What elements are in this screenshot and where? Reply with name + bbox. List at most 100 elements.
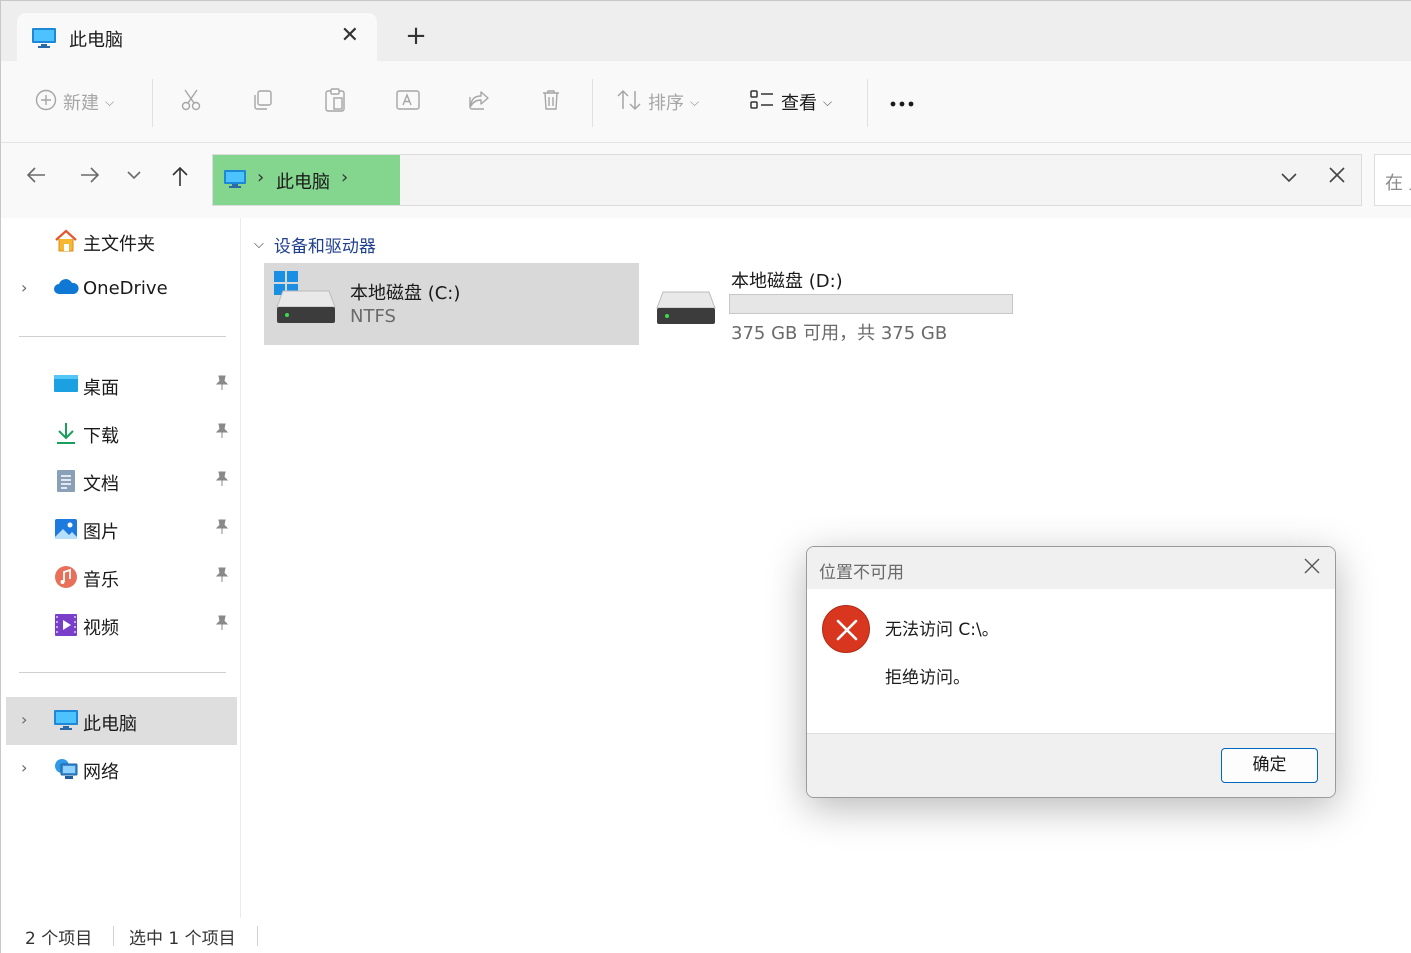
chevron-down-icon: ⌵ (823, 94, 833, 109)
sidebar-item-label: 网络 (83, 762, 119, 783)
sidebar-item-this-pc[interactable]: › 此电脑 (6, 697, 237, 745)
up-button[interactable] (165, 165, 195, 193)
paste-button[interactable] (323, 83, 347, 121)
navigation-bar: › 此电脑 › 在 此 (1, 143, 1411, 218)
sidebar-item-label: OneDrive (83, 278, 168, 299)
clipboard-icon (323, 87, 347, 118)
rename-button[interactable] (395, 83, 421, 121)
arrow-right-icon (81, 167, 100, 183)
chevron-down-icon[interactable]: ⌵ (254, 237, 264, 252)
breadcrumb-this-pc[interactable]: 此电脑 (276, 168, 330, 194)
tab-close-icon[interactable]: ✕ (341, 23, 359, 48)
sidebar-item-desktop[interactable]: 桌面 (1, 363, 237, 407)
item-count: 2 个项目 (25, 929, 93, 949)
recent-locations-button[interactable] (119, 165, 149, 191)
address-history-button[interactable] (1279, 167, 1299, 192)
selection-count: 选中 1 个项目 (129, 929, 236, 949)
sidebar-item-label: 此电脑 (83, 714, 137, 735)
sidebar-item-home[interactable]: 主文件夹 (1, 219, 237, 263)
error-dialog: 位置不可用 无法访问 C:\。 拒绝访问。 确定 (806, 546, 1336, 798)
drive-name: 本地磁盘 (C:) (350, 283, 461, 304)
pin-icon[interactable] (215, 375, 229, 395)
view-button[interactable]: 查看 ⌵ (749, 83, 832, 121)
breadcrumb-separator-icon[interactable]: › (341, 167, 348, 188)
sidebar-item-label: 视频 (83, 618, 119, 639)
sidebar-item-network[interactable]: › 网络 (1, 747, 237, 791)
drive-c[interactable]: 本地磁盘 (C:) NTFS (264, 263, 639, 345)
dialog-close-button[interactable] (1303, 553, 1321, 581)
more-options-button[interactable] (889, 85, 915, 115)
tab-this-pc[interactable]: 此电脑 ✕ (17, 13, 377, 63)
arrow-left-icon (26, 167, 45, 183)
drive-filesystem: NTFS (350, 306, 396, 327)
scissors-icon (179, 88, 203, 117)
clear-address-button[interactable] (1327, 163, 1347, 191)
new-tab-button[interactable]: + (401, 21, 431, 51)
drive-name: 本地磁盘 (D:) (731, 271, 843, 292)
sidebar-item-label: 音乐 (83, 570, 119, 591)
copy-icon (251, 88, 275, 117)
sidebar-item-label: 文档 (83, 474, 119, 495)
cut-button[interactable] (179, 83, 203, 121)
dialog-footer: 确定 (807, 733, 1335, 797)
ok-button[interactable]: 确定 (1221, 748, 1318, 783)
home-icon (53, 229, 79, 253)
sidebar-item-downloads[interactable]: 下载 (1, 411, 237, 455)
toolbar-divider (592, 79, 593, 127)
dialog-titlebar[interactable]: 位置不可用 (807, 547, 1335, 589)
hard-drive-icon (655, 290, 717, 331)
dialog-title: 位置不可用 (819, 563, 904, 583)
plus-circle-icon (35, 89, 57, 116)
chevron-down-icon: ⌵ (690, 94, 700, 109)
pictures-icon (53, 517, 79, 541)
view-list-icon (749, 89, 775, 116)
arrow-up-icon (172, 166, 188, 186)
drive-d[interactable]: 本地磁盘 (D:) 375 GB 可用，共 375 GB (651, 263, 1031, 345)
sidebar-item-label: 桌面 (83, 378, 119, 399)
sort-button-label: 排序 (648, 93, 684, 114)
monitor-icon (53, 709, 79, 733)
sidebar-item-pictures[interactable]: 图片 (1, 507, 237, 551)
desktop-icon (53, 373, 79, 397)
address-bar[interactable]: › 此电脑 › (212, 154, 1362, 206)
forward-button[interactable] (75, 165, 105, 191)
sidebar-divider (19, 672, 226, 673)
search-input[interactable]: 在 此 (1374, 154, 1411, 206)
pin-icon[interactable] (215, 519, 229, 539)
sidebar-divider (19, 336, 226, 337)
new-button[interactable]: 新建 ⌵ (35, 83, 114, 121)
pin-icon[interactable] (215, 615, 229, 635)
chevron-right-icon[interactable]: › (21, 758, 27, 777)
hard-drive-icon (275, 289, 337, 330)
chevron-right-icon[interactable]: › (21, 710, 27, 729)
new-button-label: 新建 (63, 93, 99, 114)
pin-icon[interactable] (215, 567, 229, 587)
drive-free-space: 375 GB 可用，共 375 GB (731, 323, 948, 344)
group-header-devices[interactable]: ⌵ 设备和驱动器 (254, 232, 376, 257)
navigation-pane: 主文件夹 › OneDrive 桌面 下载 文档 图片 音乐 视频 › 此电脑 … (1, 218, 241, 918)
ellipsis-icon (890, 101, 914, 107)
close-icon (1304, 558, 1320, 574)
pin-icon[interactable] (215, 423, 229, 443)
sidebar-item-onedrive[interactable]: › OneDrive (1, 267, 237, 311)
copy-button[interactable] (251, 83, 275, 121)
sort-button[interactable]: 排序 ⌵ (616, 83, 699, 121)
share-icon (467, 88, 491, 117)
chevron-right-icon[interactable]: › (21, 278, 27, 297)
chevron-down-icon (127, 171, 141, 180)
sort-icon (616, 88, 642, 117)
share-button[interactable] (467, 83, 491, 121)
delete-button[interactable] (539, 83, 563, 121)
sidebar-item-documents[interactable]: 文档 (1, 459, 237, 503)
network-icon (53, 757, 79, 781)
rename-icon (395, 88, 421, 117)
pin-icon[interactable] (215, 471, 229, 491)
breadcrumb[interactable]: › 此电脑 › (213, 155, 400, 205)
error-message: 无法访问 C:\。 (885, 620, 999, 640)
tab-title: 此电脑 (69, 30, 123, 51)
sidebar-item-music[interactable]: 音乐 (1, 555, 237, 599)
back-button[interactable] (21, 165, 51, 191)
breadcrumb-separator-icon[interactable]: › (257, 167, 264, 188)
sidebar-item-videos[interactable]: 视频 (1, 603, 237, 647)
cloud-icon (53, 277, 79, 301)
